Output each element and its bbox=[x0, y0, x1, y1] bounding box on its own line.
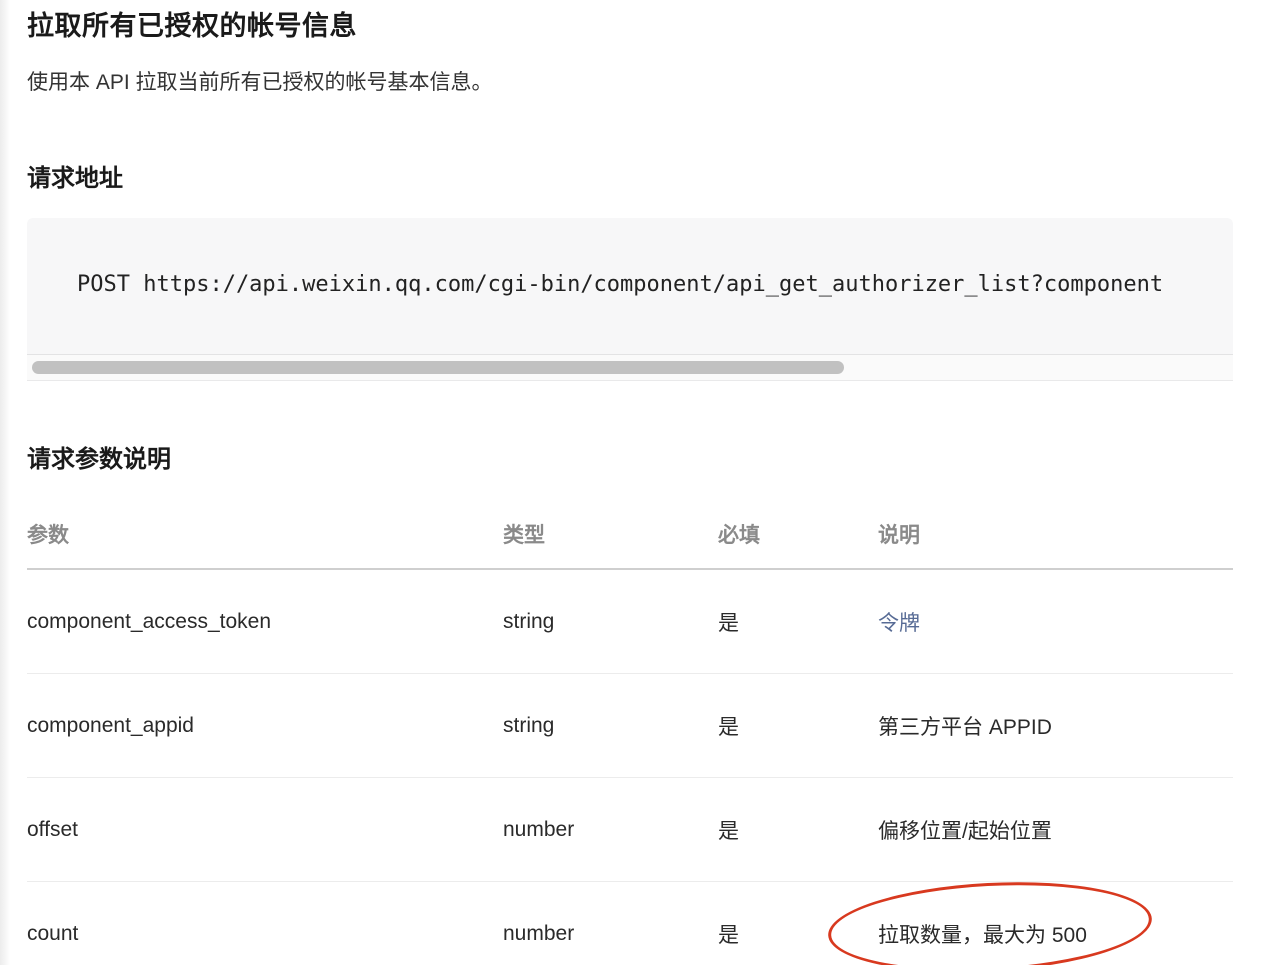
param-type: string bbox=[503, 673, 718, 778]
column-header-type: 类型 bbox=[503, 500, 718, 570]
param-required: 是 bbox=[718, 673, 878, 778]
request-url-heading: 请求地址 bbox=[27, 165, 123, 192]
table-row: offset number 是 偏移位置/起始位置 bbox=[27, 777, 1233, 882]
column-header-required: 必填 bbox=[718, 500, 878, 570]
table-row: count number 是 拉取数量，最大为 500 bbox=[27, 874, 1233, 965]
code-horizontal-scrollbar[interactable] bbox=[27, 355, 1233, 380]
left-edge-shadow bbox=[0, 0, 10, 965]
param-required: 是 bbox=[718, 569, 878, 674]
param-type: number bbox=[503, 921, 575, 945]
token-link[interactable]: 令牌 bbox=[878, 612, 920, 635]
param-type: string bbox=[503, 569, 718, 674]
intro-text: 使用本 API 拉取当前所有已授权的帐号基本信息。 bbox=[27, 71, 493, 94]
param-name: offset bbox=[27, 777, 503, 882]
params-heading: 请求参数说明 bbox=[27, 446, 171, 473]
param-required: 是 bbox=[718, 923, 739, 947]
scrollbar-thumb[interactable] bbox=[32, 361, 844, 374]
column-header-param: 参数 bbox=[27, 500, 503, 570]
params-table-header-row: 参数 类型 必填 说明 bbox=[27, 500, 1233, 570]
param-required: 是 bbox=[718, 777, 878, 882]
table-row: component_access_token string 是 令牌 bbox=[27, 569, 1233, 674]
count-desc-text: 拉取数量，最大为 500 bbox=[878, 923, 1087, 947]
page-title: 拉取所有已授权的帐号信息 bbox=[27, 11, 357, 41]
request-url-code-block: POST https://api.weixin.qq.com/cgi-bin/c… bbox=[27, 218, 1233, 381]
table-row: component_appid string 是 第三方平台 APPID bbox=[27, 673, 1233, 778]
param-type: number bbox=[503, 777, 718, 882]
doc-page: 拉取所有已授权的帐号信息 使用本 API 拉取当前所有已授权的帐号基本信息。 请… bbox=[0, 0, 1280, 965]
param-name: component_access_token bbox=[27, 569, 503, 674]
param-name: component_appid bbox=[27, 673, 503, 778]
request-url-code: POST https://api.weixin.qq.com/cgi-bin/c… bbox=[77, 272, 1164, 297]
column-header-description: 说明 bbox=[878, 500, 1233, 570]
param-desc: 偏移位置/起始位置 bbox=[878, 777, 1233, 882]
params-table: 参数 类型 必填 说明 component_access_token strin… bbox=[27, 500, 1233, 965]
param-desc: 第三方平台 APPID bbox=[878, 673, 1233, 778]
param-name: count bbox=[27, 921, 79, 945]
highlighted-desc: 拉取数量，最大为 500 bbox=[825, 874, 1155, 965]
param-desc: 拉取数量，最大为 500 bbox=[825, 874, 1233, 965]
param-desc: 令牌 bbox=[878, 569, 1233, 674]
